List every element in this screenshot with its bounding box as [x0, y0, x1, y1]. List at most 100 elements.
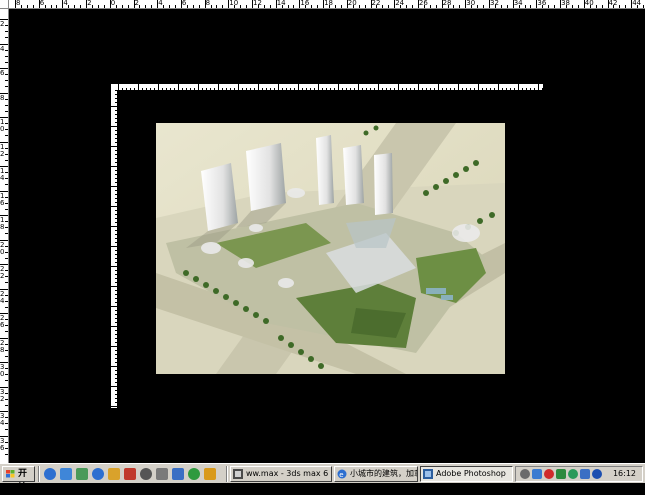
desktop-icon[interactable]	[76, 468, 88, 480]
ie-icon[interactable]	[44, 468, 56, 480]
ruler-tick	[111, 386, 117, 387]
app-icon[interactable]	[124, 468, 136, 480]
ruler-tick	[5, 270, 8, 272]
ruler-tick	[282, 88, 283, 90]
horizontal-ruler[interactable]: 8 6 4 2 0 2 4 6 8 10 12 14 16 18 20 22 24 26 28 30 32 34 36 38 4…	[9, 0, 645, 9]
ruler-tick	[5, 380, 8, 382]
taskbar: 开始 ww.max - 3ds max 6 -... e 小城市的建筑，加拿..…	[0, 463, 645, 493]
ruler-tick	[406, 88, 407, 90]
ruler-tick	[115, 374, 117, 375]
display-icon[interactable]	[592, 469, 602, 479]
ruler-tick	[210, 5, 212, 8]
ruler-tick	[5, 208, 8, 210]
ruler-tick	[5, 343, 8, 345]
ruler-tick	[338, 84, 339, 90]
ruler-tick	[115, 110, 117, 111]
ruler-tick	[138, 84, 139, 90]
ruler-tick	[62, 0, 64, 8]
ruler-tick	[169, 5, 171, 8]
outlook-icon[interactable]	[60, 468, 72, 480]
ruler-tick	[170, 88, 171, 90]
ruler-tick	[302, 88, 303, 90]
ruler-tick	[180, 0, 182, 8]
clock[interactable]: 16:12	[613, 469, 636, 479]
ruler-tick	[270, 88, 271, 90]
ruler-tick	[0, 92, 8, 94]
messenger-icon[interactable]	[568, 469, 578, 479]
ruler-tick	[323, 0, 325, 8]
canvas-image[interactable]	[156, 123, 505, 374]
ruler-tick	[134, 88, 135, 90]
ruler-tick	[595, 5, 597, 8]
ruler-tick	[512, 0, 514, 8]
ruler-tick	[5, 441, 8, 443]
folder-icon[interactable]	[204, 468, 216, 480]
shield-icon[interactable]	[172, 468, 184, 480]
ruler-tick	[92, 5, 94, 8]
ruler-tick	[130, 88, 131, 90]
ruler-tick	[311, 5, 313, 8]
task-photoshop[interactable]: Adobe Photoshop	[420, 466, 513, 482]
ruler-tick	[366, 88, 367, 90]
ruler-tick	[506, 5, 508, 8]
ruler-tick	[86, 0, 88, 8]
ruler-tick	[115, 342, 117, 343]
ruler-tick	[5, 110, 8, 112]
ruler-tick	[5, 80, 8, 82]
task-browser[interactable]: e 小城市的建筑，加拿...	[334, 466, 418, 482]
ruler-tick	[115, 202, 117, 203]
shield-icon[interactable]	[580, 469, 590, 479]
ruler-tick	[5, 74, 8, 76]
ruler-tick	[613, 5, 615, 8]
ruler-tick	[465, 0, 467, 8]
ruler-tick	[530, 88, 531, 90]
ruler-tick	[194, 88, 195, 90]
ruler-tick	[483, 5, 485, 8]
ruler-tick	[115, 334, 117, 335]
ruler-tick	[115, 330, 117, 331]
ruler-tick	[364, 5, 366, 8]
arrow-icon[interactable]	[188, 468, 200, 480]
ruler-tick	[352, 5, 354, 8]
ruler-tick	[226, 88, 227, 90]
ruler-tick	[38, 0, 40, 8]
input-icon[interactable]	[556, 469, 566, 479]
ruler-tick	[234, 88, 235, 90]
task-3dsmax[interactable]: ww.max - 3ds max 6 -...	[230, 466, 332, 482]
ruler-tick	[163, 5, 165, 8]
ruler-tick	[370, 0, 372, 8]
ruler-tick	[524, 5, 526, 8]
ruler-tick	[388, 5, 390, 8]
antivirus-icon[interactable]	[544, 469, 554, 479]
max-icon[interactable]	[140, 468, 152, 480]
start-button[interactable]: 开始	[2, 466, 35, 493]
ruler-tick	[5, 221, 8, 223]
network-icon[interactable]	[532, 469, 542, 479]
ruler-tick	[5, 31, 8, 33]
ruler-tick	[230, 88, 231, 90]
ruler-tick	[0, 141, 8, 143]
ruler-tick	[262, 88, 263, 90]
ruler-tick	[447, 5, 449, 8]
ruler-tick	[154, 88, 155, 90]
vertical-ruler[interactable]: 2 4 6 8 10 12 14 16 18 20 22 24 26 28 30 32 34 36	[0, 9, 9, 463]
ruler-tick	[111, 306, 117, 307]
ruler-tick	[111, 266, 117, 267]
app-icon[interactable]	[156, 468, 168, 480]
ruler-tick	[145, 5, 147, 8]
ruler-number: 30	[0, 363, 5, 378]
ruler-tick	[354, 88, 355, 90]
ruler-number: 36	[0, 436, 5, 452]
ruler-tick	[386, 88, 387, 90]
ruler-tick	[0, 19, 8, 20]
ruler-tick	[5, 257, 8, 259]
ruler-tick	[266, 88, 267, 90]
ruler-tick	[242, 88, 243, 90]
volume-icon[interactable]	[520, 469, 530, 479]
mail-icon[interactable]	[108, 468, 120, 480]
ruler-tick	[0, 386, 8, 388]
ruler-tick	[278, 84, 279, 90]
svg-text:e: e	[339, 471, 343, 479]
ie-icon[interactable]	[92, 468, 104, 480]
ruler-tick	[109, 0, 111, 8]
